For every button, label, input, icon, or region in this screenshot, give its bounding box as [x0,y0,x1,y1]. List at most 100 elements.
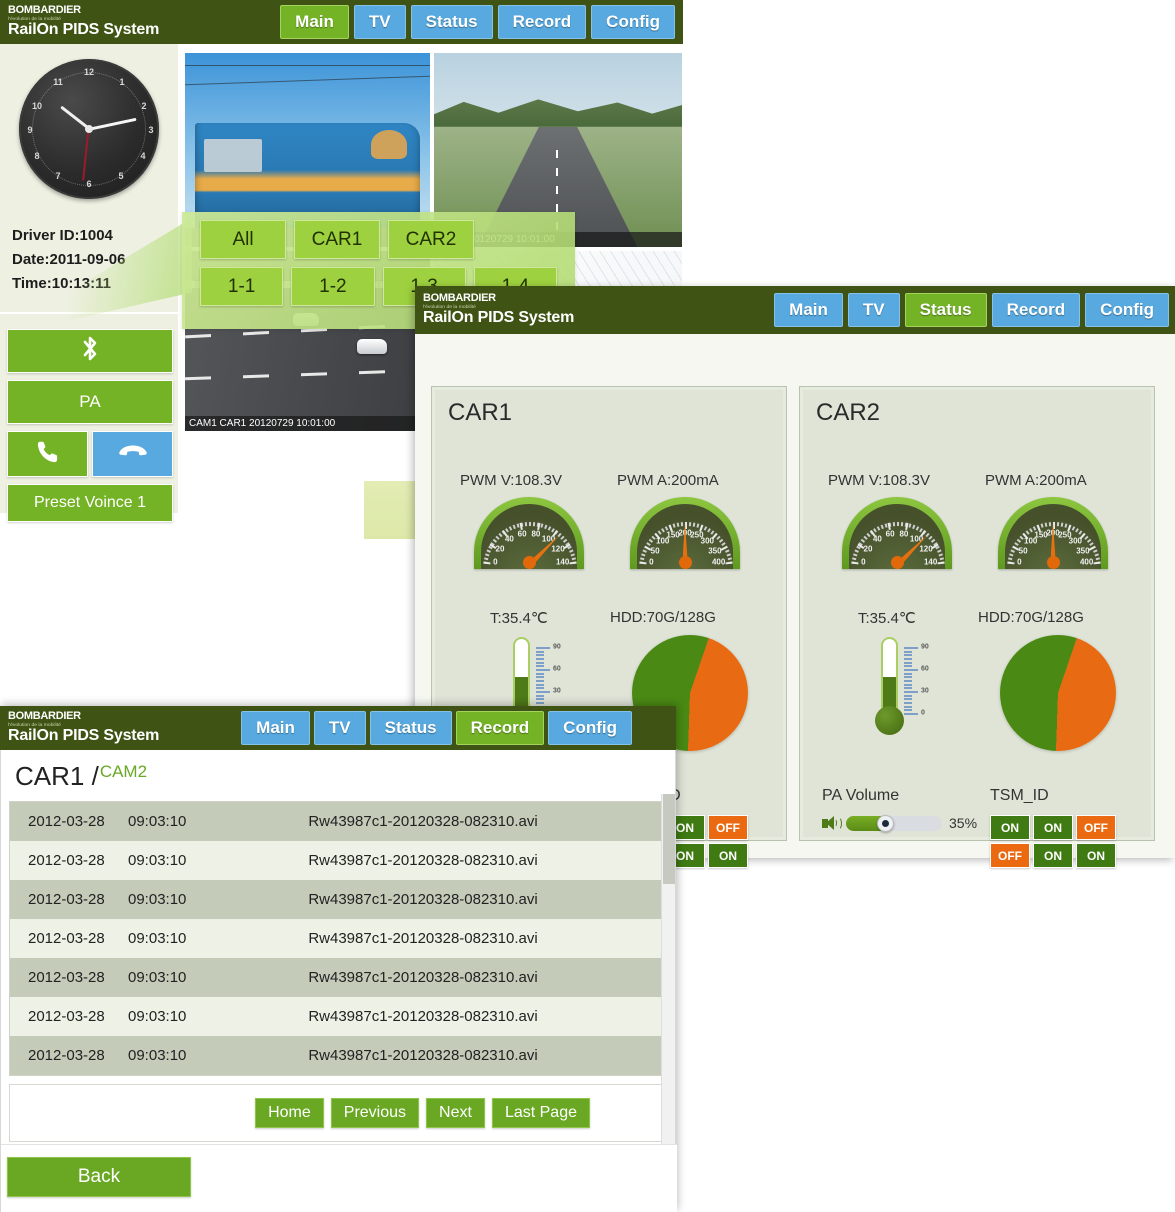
thermometer-tick [904,654,912,656]
car1-tsm-cell-6[interactable]: ON [708,843,748,868]
row-date: 2012-03-28 [10,969,128,986]
call-button[interactable] [7,431,88,477]
row-date: 2012-03-28 [10,891,128,908]
thermometer-tick [904,662,912,664]
home-page-button[interactable]: Home [255,1098,324,1128]
row-date: 2012-03-28 [10,1008,128,1025]
car2-pwm-current-label: PWM A:200mA [985,472,1087,489]
tab-main[interactable]: Main [241,711,310,745]
car1-pwm-current-gauge: 050100150200250300350400 [630,497,740,569]
camera-select-car2[interactable]: CAR2 [388,220,474,259]
record-camera-name[interactable]: CAM2 [99,761,148,783]
clock-numeral: 10 [30,101,44,111]
table-row[interactable]: 2012-03-28 09:03:10 Rw43987c1-20120328-0… [10,802,666,841]
gauge-tick-label: 0 [1017,558,1021,567]
record-titlebar: BOMBARDIER l'évolution de la mobilité Ra… [0,706,676,750]
car2-temperature-label: T:35.4℃ [858,609,916,627]
phone-call-icon [35,439,61,470]
thermometer-tick [904,698,912,700]
thermometer-tick [536,702,544,704]
thermometer-scale: 9060300 [536,647,562,713]
gauge-tick-label: 20 [496,545,505,554]
gauge-tick-label: 120 [919,545,932,554]
tab-record[interactable]: Record [498,5,587,39]
thermometer-tick-label: 60 [553,666,561,673]
thermometer-tick [904,669,918,671]
tab-config[interactable]: Config [591,5,675,39]
tab-tv[interactable]: TV [354,5,406,39]
tab-record[interactable]: Record [992,293,1081,327]
previous-page-button[interactable]: Previous [331,1098,419,1128]
time-text: Time:10:13:11 [12,272,125,296]
car2-tsm-cell-3[interactable]: OFF [1076,815,1116,840]
car2-tsm-cell-1[interactable]: ON [990,815,1030,840]
record-car-name: CAR1 [15,761,84,791]
thermometer-tick [536,676,544,678]
thermometer-scale: 9060300 [904,647,930,713]
hangup-button[interactable] [92,431,173,477]
record-footer: Back [1,1144,677,1212]
row-time: 09:03:10 [128,891,238,908]
tab-main[interactable]: Main [280,5,349,39]
table-row[interactable]: 2012-03-28 09:03:10 Rw43987c1-20120328-0… [10,1036,666,1075]
table-row[interactable]: 2012-03-28 09:03:10 Rw43987c1-20120328-0… [10,919,666,958]
tab-record[interactable]: Record [456,711,545,745]
camera-select-1-1[interactable]: 1-1 [200,267,283,306]
tab-tv[interactable]: TV [314,711,366,745]
table-row[interactable]: 2012-03-28 09:03:10 Rw43987c1-20120328-0… [10,841,666,880]
car2-thermometer: 9060300 [872,637,906,735]
thermometer-tick [536,695,544,697]
thermometer-tick [536,665,544,667]
gauge-tick-label: 50 [651,546,660,555]
record-separator: / [84,761,98,791]
table-row[interactable]: 2012-03-28 09:03:10 Rw43987c1-20120328-0… [10,958,666,997]
car2-tsm-cell-5[interactable]: ON [1033,843,1073,868]
car2-tsm-cell-2[interactable]: ON [1033,815,1073,840]
tab-main[interactable]: Main [774,293,843,327]
thermometer-tick-label: 60 [921,666,929,673]
pa-button[interactable]: PA [7,380,173,424]
tab-status[interactable]: Status [370,711,452,745]
car2-tsm-grid: ON ON OFF OFF ON ON [990,815,1116,868]
car2-hdd-label: HDD:70G/128G [978,609,1084,626]
table-row[interactable]: 2012-03-28 09:03:10 Rw43987c1-20120328-0… [10,997,666,1036]
last-page-button[interactable]: Last Page [492,1098,590,1128]
brand-subtitle: l'évolution de la mobilité [8,723,159,728]
row-filename: Rw43987c1-20120328-082310.avi [238,1047,666,1064]
volume-knob[interactable] [877,815,894,832]
gauge-needle-cap [679,556,692,569]
tab-config[interactable]: Config [1085,293,1169,327]
date-text: Date:2011-09-06 [12,248,125,272]
gauge-tick-label: 0 [649,558,653,567]
table-row[interactable]: 2012-03-28 09:03:10 Rw43987c1-20120328-0… [10,880,666,919]
car2-tsm-cell-4[interactable]: OFF [990,843,1030,868]
main-nav-tabs: Main TV Status Record Config [280,5,683,39]
gauge-tick-label: 20 [864,545,873,554]
gauge-tick-label: 120 [551,545,564,554]
scrollbar-thumb[interactable] [663,794,675,884]
catenary-wire [185,65,430,66]
next-page-button[interactable]: Next [426,1098,485,1128]
tab-status[interactable]: Status [905,293,987,327]
gauge-tick-label: 60 [886,529,895,538]
row-time: 09:03:10 [128,852,238,869]
car2-tsm-cell-6[interactable]: ON [1076,843,1116,868]
tab-tv[interactable]: TV [848,293,900,327]
car2-volume-slider[interactable] [846,816,942,831]
back-button[interactable]: Back [7,1157,191,1197]
brand-product-name: RailOn PIDS System [8,22,159,39]
row-date: 2012-03-28 [10,852,128,869]
gauge-tick-label: 80 [899,529,908,538]
gauge-tick-label: 140 [924,558,937,567]
thermometer-tick [536,684,544,686]
preset-voice-button[interactable]: Preset Voince 1 [7,484,173,522]
bluetooth-button[interactable] [7,329,173,373]
clock-numeral: 6 [82,179,96,189]
camera-select-all[interactable]: All [200,220,286,259]
brand-top-text: BOMBARDIER [8,5,159,17]
camera-select-1-2[interactable]: 1-2 [291,267,374,306]
car1-tsm-cell-3[interactable]: OFF [708,815,748,840]
tab-status[interactable]: Status [411,5,493,39]
tab-config[interactable]: Config [548,711,632,745]
camera-select-car1[interactable]: CAR1 [294,220,380,259]
